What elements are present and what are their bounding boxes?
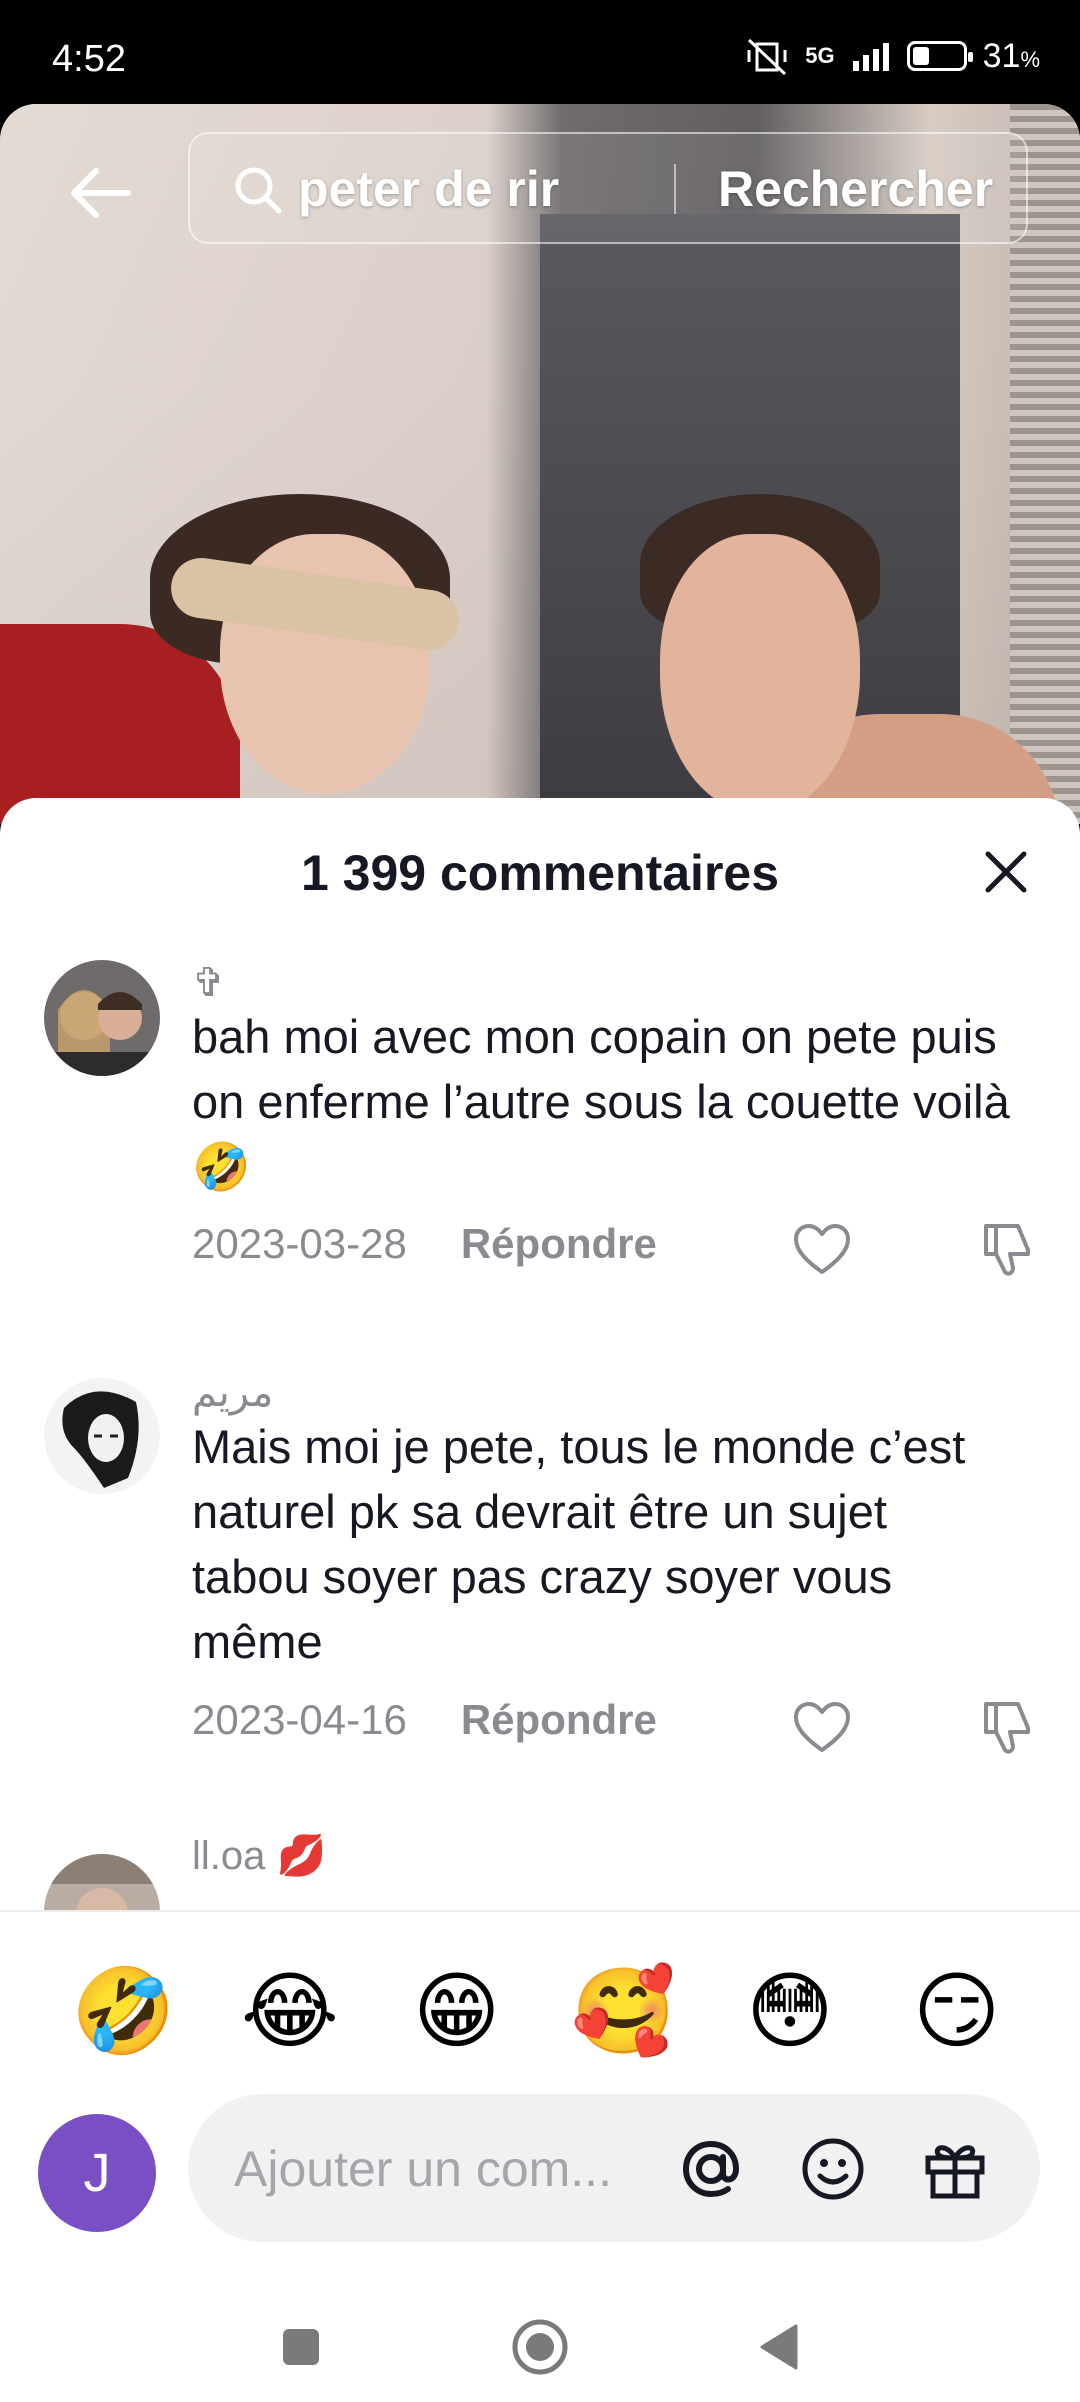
system-nav-bar	[0, 2292, 1080, 2402]
dislike-icon[interactable]	[978, 1698, 1038, 1758]
status-time: 4:52	[52, 38, 126, 80]
battery-level: 31%	[982, 36, 1040, 75]
comment-composer-area: 🤣 😂 😁 🥰 😳 😏 J Ajouter un com...	[0, 1910, 1080, 2402]
search-query[interactable]: peter de rir	[298, 160, 559, 218]
quick-emoji-bar: 🤣 😂 😁 🥰 😳 😏	[0, 1962, 1080, 2061]
comment-username[interactable]: مريم	[192, 1370, 273, 1416]
comment-text: bah moi avec mon copain on pete puis on …	[192, 1010, 1010, 1193]
composer-row: J Ajouter un com...	[0, 2094, 1080, 2244]
comment-meta: 2023-04-16 Répondre	[192, 1696, 657, 1744]
at-icon	[682, 2140, 740, 2198]
mention-button[interactable]	[674, 2132, 748, 2206]
battery-icon	[906, 41, 973, 71]
arrow-left-icon	[71, 168, 131, 218]
comment-text: Mais moi je pete, tous le monde c’est na…	[192, 1420, 966, 1668]
comment-username[interactable]: ✞	[192, 960, 226, 1006]
heart-icon[interactable]	[792, 1222, 852, 1278]
emoji-joy[interactable]: 😂	[235, 1962, 345, 2061]
comment-input[interactable]: Ajouter un com...	[188, 2094, 1040, 2242]
home-button[interactable]	[505, 2312, 575, 2382]
status-icons: 5G 31%	[745, 36, 1040, 76]
search-divider	[674, 164, 676, 214]
search-icon	[235, 167, 282, 214]
smiley-icon	[802, 2138, 864, 2200]
gift-icon	[925, 2145, 985, 2199]
close-icon	[985, 851, 1027, 893]
comment-meta: 2023-03-28 Répondre	[192, 1220, 657, 1268]
emoji-grin[interactable]: 😁	[402, 1962, 512, 2061]
reply-button[interactable]: Répondre	[461, 1220, 657, 1268]
triangle-back-icon	[760, 2324, 798, 2370]
dislike-icon[interactable]	[978, 1220, 1038, 1280]
comment-input-placeholder: Ajouter un com...	[234, 2141, 612, 2197]
mute-vibrate-icon	[747, 38, 787, 76]
back-button[interactable]	[60, 158, 140, 228]
emoji-smirk[interactable]: 😏	[902, 1962, 1012, 2061]
search-bar[interactable]: peter de rir Rechercher	[188, 132, 1028, 244]
gift-button[interactable]	[918, 2132, 992, 2206]
emoji-rofl[interactable]: 🤣	[68, 1962, 178, 2061]
back-nav-button[interactable]	[744, 2312, 814, 2382]
status-bar: 4:52 5G 31%	[0, 0, 1080, 112]
close-button[interactable]	[978, 844, 1034, 900]
reply-button[interactable]: Répondre	[461, 1696, 657, 1744]
avatar[interactable]	[44, 960, 160, 1076]
square-icon	[283, 2329, 319, 2365]
signal-icon	[852, 43, 889, 71]
emoji-hearts[interactable]: 🥰	[568, 1962, 678, 2061]
network-type: 5G	[805, 43, 835, 68]
emoji-flushed[interactable]: 😳	[735, 1962, 845, 2061]
comments-count-title: 1 399 commentaires	[300, 845, 780, 901]
comment-date: 2023-03-28	[192, 1220, 407, 1267]
search-header: peter de rir Rechercher	[0, 128, 1080, 248]
recents-button[interactable]	[266, 2312, 336, 2382]
heart-icon[interactable]	[792, 1700, 852, 1756]
emoji-picker-button[interactable]	[796, 2132, 870, 2206]
comment-username[interactable]: ll.oa 💋	[192, 1832, 326, 1879]
search-submit-button[interactable]: Rechercher	[718, 160, 993, 218]
comment-date: 2023-04-16	[192, 1696, 407, 1743]
avatar[interactable]	[44, 1378, 160, 1494]
user-avatar[interactable]: J	[38, 2114, 156, 2232]
circle-icon	[512, 2319, 568, 2375]
